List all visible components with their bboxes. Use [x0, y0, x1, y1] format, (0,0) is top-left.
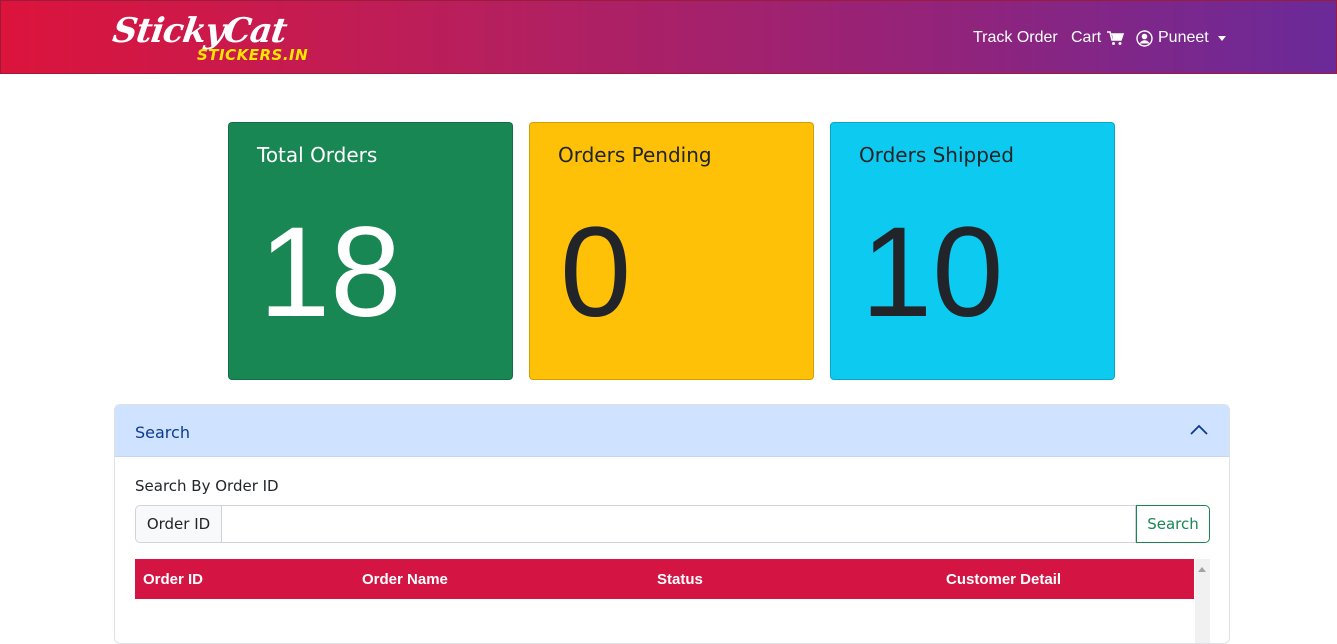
brand-logo[interactable]: StickyCat STICKERS.IN: [110, 11, 307, 67]
search-accordion-title: Search: [135, 423, 190, 442]
order-id-input[interactable]: [221, 505, 1136, 543]
stat-card-value: 18: [259, 201, 402, 344]
user-circle-icon: [1136, 29, 1153, 47]
nav-user-dropdown[interactable]: Puneet: [1136, 29, 1226, 47]
nav-user-name: Puneet: [1158, 29, 1209, 46]
stat-card-orders-shipped: Orders Shipped 10: [830, 122, 1115, 380]
stat-card-value: 0: [560, 201, 632, 344]
cart-icon: [1107, 31, 1125, 45]
top-navbar: StickyCat STICKERS.IN Track Order Cart P…: [0, 0, 1337, 74]
column-header-customer-detail[interactable]: Customer Detail: [946, 571, 1061, 588]
brand-logo-subtitle: STICKERS.IN: [197, 46, 309, 64]
nav-track-order-label: Track Order: [973, 29, 1058, 46]
nav-track-order-link[interactable]: Track Order: [973, 29, 1058, 47]
stat-card-total-orders: Total Orders 18: [228, 122, 513, 380]
brand-logo-script: StickyCat: [110, 11, 289, 51]
chevron-down-icon: [1217, 36, 1226, 41]
table-scrollbar[interactable]: [1195, 559, 1210, 643]
search-button[interactable]: Search: [1136, 505, 1210, 543]
search-accordion: Search Search By Order ID Order ID Searc…: [114, 404, 1230, 644]
column-header-order-id[interactable]: Order ID: [143, 571, 203, 588]
orders-table: Order ID Order Name Status Customer Deta…: [135, 559, 1210, 643]
stat-card-title: Orders Pending: [558, 143, 712, 167]
nav-cart-link[interactable]: Cart: [1071, 29, 1125, 47]
stat-card-title: Orders Shipped: [859, 143, 1014, 167]
order-id-prefix: Order ID: [135, 505, 221, 543]
orders-table-header: Order ID Order Name Status Customer Deta…: [135, 559, 1194, 599]
stat-card-title: Total Orders: [257, 143, 378, 167]
chevron-up-icon: [1190, 424, 1208, 435]
search-by-order-id-label: Search By Order ID: [135, 477, 279, 495]
search-accordion-header[interactable]: Search: [115, 405, 1229, 457]
stat-card-orders-pending: Orders Pending 0: [529, 122, 814, 380]
nav-cart-label: Cart: [1071, 29, 1102, 46]
column-header-order-name[interactable]: Order Name: [362, 571, 448, 588]
column-header-status[interactable]: Status: [657, 571, 703, 588]
scroll-up-arrow-icon[interactable]: [1198, 567, 1206, 572]
stat-card-value: 10: [861, 201, 1004, 344]
order-id-search-group: Order ID Search: [135, 505, 1210, 543]
